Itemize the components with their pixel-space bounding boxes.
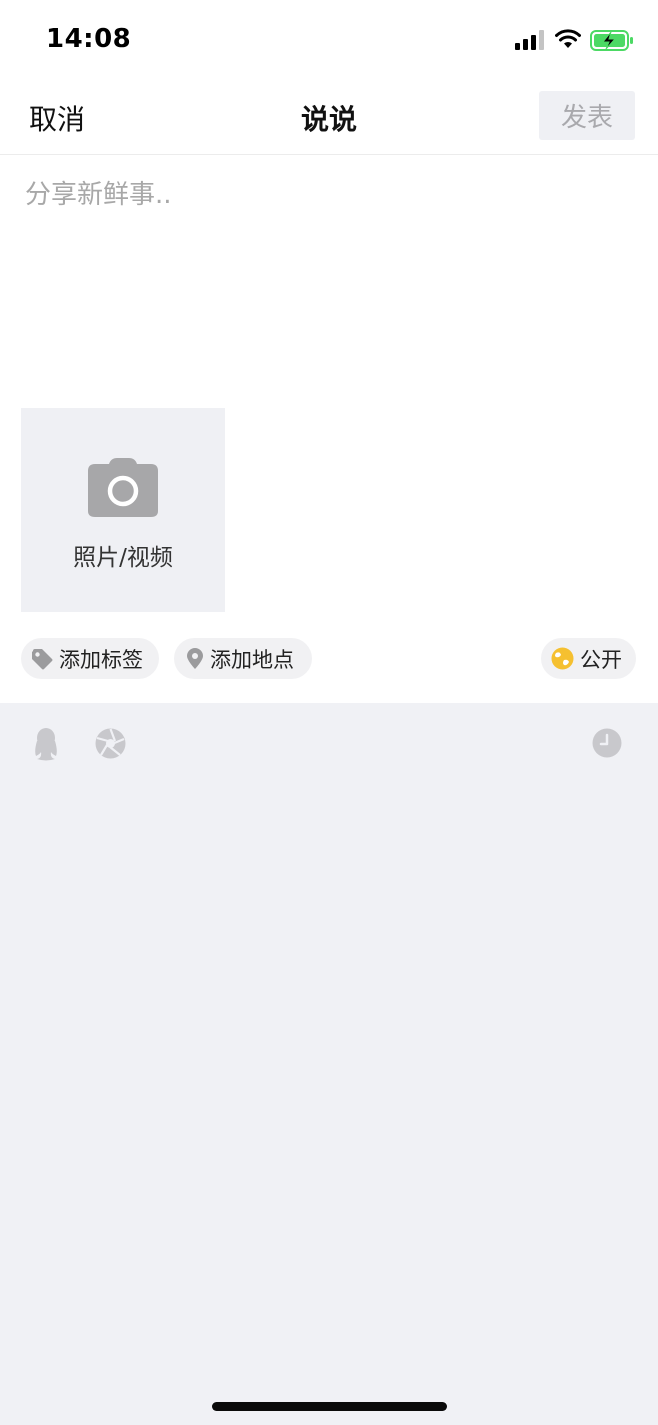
tag-icon	[31, 648, 53, 670]
home-indicator	[212, 1402, 447, 1411]
visibility-button[interactable]: 公开	[541, 638, 636, 679]
qq-icon[interactable]	[32, 727, 60, 761]
add-tag-label: 添加标签	[59, 647, 143, 672]
add-location-button[interactable]: 添加地点	[174, 638, 312, 679]
add-tag-button[interactable]: 添加标签	[21, 638, 159, 679]
signal-icon	[515, 30, 544, 50]
clock-icon[interactable]	[592, 728, 622, 758]
compose-screen: 14:08 取消 说说 发表 分享新鲜事.. 照片/视频 添加标签 添加地点 公…	[0, 0, 658, 1425]
battery-charging-icon	[590, 30, 633, 51]
visibility-label: 公开	[580, 647, 622, 672]
location-pin-icon	[186, 647, 204, 670]
bottom-panel	[0, 703, 658, 1425]
status-bar: 14:08	[0, 0, 658, 80]
globe-icon	[551, 647, 574, 670]
publish-button[interactable]: 发表	[539, 91, 635, 140]
add-location-label: 添加地点	[210, 647, 294, 672]
nav-bar: 取消 说说 发表	[0, 80, 658, 155]
add-media-button[interactable]: 照片/视频	[21, 408, 225, 612]
media-label: 照片/视频	[73, 545, 173, 571]
camera-icon	[88, 458, 158, 517]
status-time: 14:08	[46, 24, 132, 54]
compose-input[interactable]: 分享新鲜事..	[25, 174, 635, 374]
wifi-icon	[555, 29, 581, 48]
aperture-icon[interactable]	[95, 728, 126, 759]
